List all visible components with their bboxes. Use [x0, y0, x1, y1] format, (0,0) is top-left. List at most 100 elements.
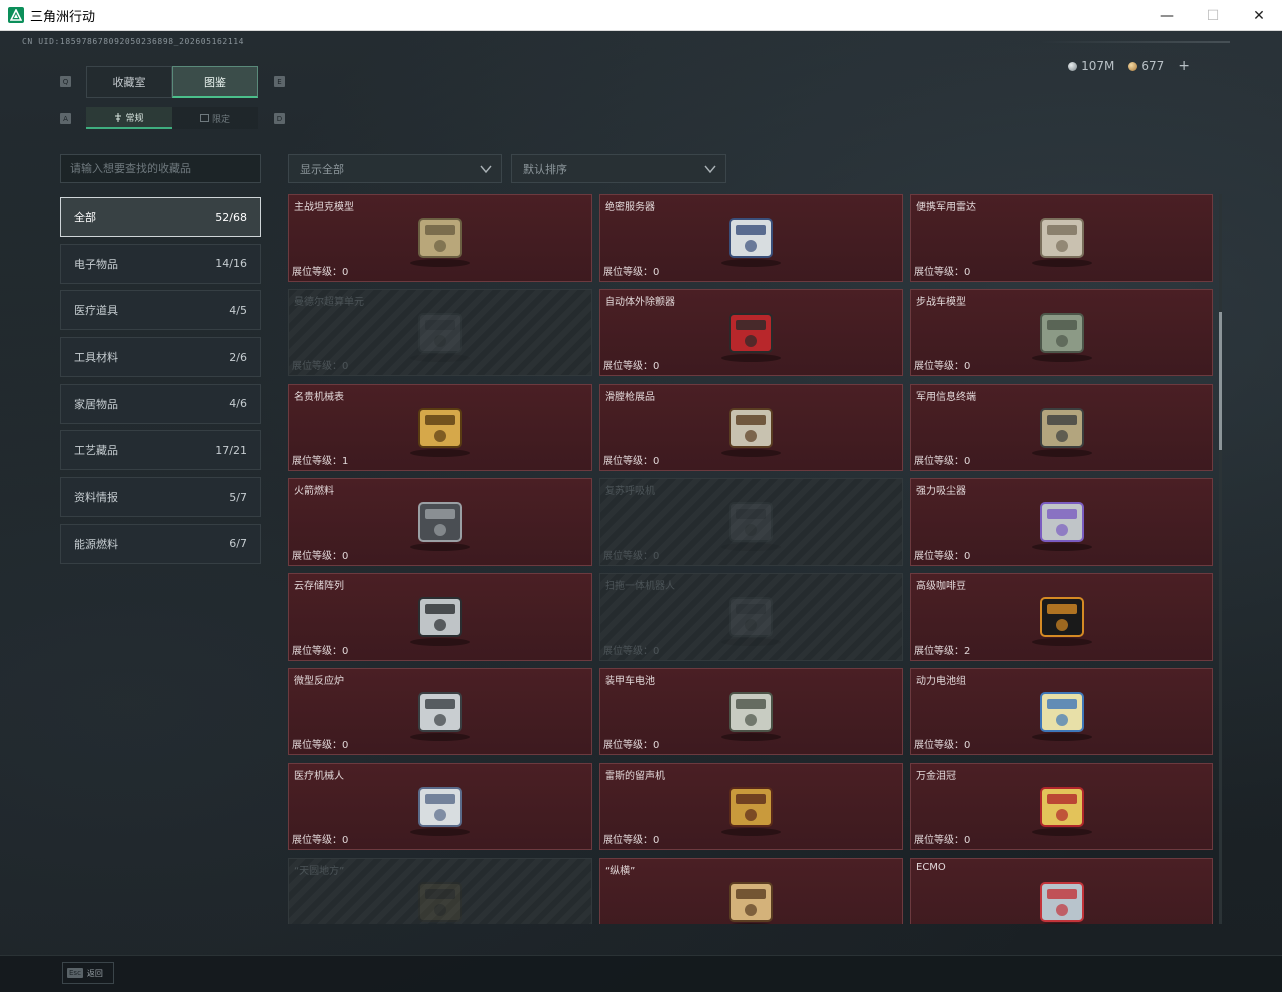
booth-level-label: 展位等级：: [603, 740, 653, 752]
category-medical[interactable]: 医疗道具 4/5: [60, 290, 261, 331]
booth-level: 展位等级：0: [292, 831, 348, 846]
booth-level: 展位等级：0: [603, 547, 659, 562]
collectible-name: 绝密服务器: [605, 202, 655, 213]
category-label: 资料情报: [74, 491, 118, 505]
collectible-card[interactable]: 万金泪冠 展位等级：0: [910, 762, 1213, 851]
robot-vacuum-icon: [706, 584, 796, 648]
next-subtab-key-hint: D: [274, 113, 285, 124]
collectible-name: 扫拖一体机器人: [605, 581, 675, 593]
booth-level-value: 1: [342, 456, 349, 468]
subtab-limited-label: 限定: [211, 114, 230, 125]
booth-level-label: 展位等级：: [914, 550, 964, 562]
grid-scrollbar[interactable]: [1219, 194, 1222, 924]
booth-level-value: 0: [964, 456, 971, 468]
category-crafts[interactable]: 工艺藏品 17/21: [60, 430, 261, 471]
booth-level: 展位等级：0: [292, 357, 348, 372]
prev-subtab-key-hint: A: [60, 113, 71, 124]
collectible-card[interactable]: 动力电池组 展位等级：0: [910, 667, 1213, 756]
booth-level-label: 展位等级：: [603, 456, 653, 468]
collectible-card[interactable]: 曼德尔超算单元 展位等级：0: [288, 288, 592, 377]
collectible-card[interactable]: 主战坦克模型 展位等级：0: [288, 194, 592, 282]
booth-level-value: 0: [342, 740, 349, 752]
booth-level-value: 0: [964, 550, 971, 562]
booth-level-value: 0: [342, 835, 349, 847]
collectible-name: 微型反应炉: [294, 675, 344, 687]
category-count: 17/21: [215, 443, 247, 457]
next-tab-key-hint: E: [274, 76, 285, 87]
collectible-card[interactable]: 高级咖啡豆 展位等级：2: [910, 573, 1213, 661]
header-divider: [1040, 41, 1230, 43]
booth-level-label: 展位等级：: [603, 835, 653, 847]
booth-level-label: 展位等级：: [603, 361, 653, 373]
bottom-bar: [0, 955, 1282, 992]
collectible-card[interactable]: 绝密服务器 展位等级：0: [599, 194, 903, 282]
app-logo-icon: [8, 7, 24, 23]
booth-level: 展位等级：2: [914, 642, 970, 657]
collectible-name: 步战车模型: [916, 296, 966, 308]
collectible-card[interactable]: 强力吸尘器 展位等级：0: [910, 478, 1213, 566]
booth-level-label: 展位等级：: [603, 550, 653, 562]
booth-level-value: 0: [964, 835, 971, 847]
collectible-card[interactable]: “天圆地方”: [288, 857, 592, 924]
collectible-card[interactable]: 步战车模型 展位等级：0: [910, 288, 1213, 377]
collectible-grid-viewport: 主战坦克模型 展位等级：0 绝密服务器 展位等级：0 便携军用雷达 展位等级：0 曼德…: [288, 194, 1214, 924]
collectible-name: 便携军用雷达: [916, 202, 976, 213]
collectible-name: 主战坦克模型: [294, 202, 354, 213]
collectible-card[interactable]: 滑膛枪展品 展位等级：0: [599, 383, 903, 472]
category-all[interactable]: 全部 52/68: [60, 197, 261, 237]
category-intel[interactable]: 资料情报 5/7: [60, 477, 261, 518]
collectible-card[interactable]: 扫拖一体机器人 展位等级：0: [599, 573, 903, 661]
sort-dropdown[interactable]: 默认排序: [511, 154, 726, 183]
scrollbar-thumb[interactable]: [1219, 312, 1222, 450]
category-list: 全部 52/68 电子物品 14/16 医疗道具 4/5 工具材料 2/6 家居物品 4/…: [60, 197, 261, 571]
collectible-card[interactable]: 火箭燃料 展位等级：0: [288, 478, 592, 566]
collectible-card[interactable]: ECMO: [910, 857, 1213, 924]
collectible-card[interactable]: 复苏呼吸机 展位等级：0: [599, 478, 903, 566]
chevron-down-icon: [704, 165, 716, 174]
collectible-name: “纵横”: [605, 865, 636, 877]
booth-level: 展位等级：0: [914, 831, 970, 846]
tab-collection-room[interactable]: 收藏室: [86, 66, 172, 98]
player-uid: CN UID:1859786780920502368​98_2026051621…: [22, 37, 245, 46]
collectible-name: 云存储阵列: [294, 581, 344, 593]
subtab-regular[interactable]: 常规: [86, 107, 172, 129]
collectible-name: ECMO: [916, 861, 946, 873]
booth-level: 展位等级：0: [914, 452, 970, 467]
collectible-card[interactable]: 便携军用雷达 展位等级：0: [910, 194, 1213, 282]
booth-level: 展位等级：0: [292, 263, 348, 278]
booth-level-value: 0: [653, 361, 660, 373]
collectible-card[interactable]: 雷斯的留声机 展位等级：0: [599, 762, 903, 851]
category-count: 14/16: [215, 257, 247, 271]
collectible-name: 名贵机械表: [294, 391, 344, 403]
category-tools[interactable]: 工具材料 2/6: [60, 337, 261, 378]
collectible-card[interactable]: “纵横”: [599, 857, 903, 924]
main-tab-bar: 收藏室 图鉴: [86, 66, 258, 98]
server-icon: [706, 205, 796, 269]
subtab-limited[interactable]: 限定: [172, 107, 258, 129]
collectible-search-input[interactable]: [60, 154, 261, 183]
maximize-button[interactable]: ☐: [1190, 0, 1236, 31]
category-electronics[interactable]: 电子物品 14/16: [60, 243, 261, 284]
back-button[interactable]: Esc 返回: [62, 962, 114, 984]
booth-level: 展位等级：0: [603, 642, 659, 657]
tab-catalog[interactable]: 图鉴: [172, 66, 258, 98]
category-energy[interactable]: 能源燃料 6/7: [60, 523, 261, 564]
booth-level-label: 展位等级：: [914, 740, 964, 752]
add-currency-button[interactable]: +: [1178, 58, 1190, 74]
category-household[interactable]: 家居物品 4/6: [60, 383, 261, 424]
collectible-card[interactable]: 军用信息终端 展位等级：0: [910, 383, 1213, 472]
collectible-card[interactable]: 微型反应炉 展位等级：0: [288, 667, 592, 756]
booth-level-label: 展位等级：: [603, 266, 653, 278]
musket-icon: [706, 395, 796, 459]
close-button[interactable]: ✕: [1236, 0, 1282, 31]
minimize-button[interactable]: —: [1144, 0, 1190, 31]
collectible-name: “天圆地方”: [294, 865, 345, 877]
silver-amount: 107M: [1081, 59, 1115, 73]
collectible-card[interactable]: 装甲车电池 展位等级：0: [599, 667, 903, 756]
display-filter-dropdown[interactable]: 显示全部: [288, 154, 502, 183]
collectible-card[interactable]: 名贵机械表 展位等级：1: [288, 383, 592, 472]
sub-tab-bar: 常规 限定: [86, 107, 258, 129]
collectible-card[interactable]: 云存储阵列 展位等级：0: [288, 573, 592, 661]
collectible-card[interactable]: 医疗机械人 展位等级：0: [288, 762, 592, 851]
collectible-card[interactable]: 自动体外除颤器 展位等级：0: [599, 288, 903, 377]
